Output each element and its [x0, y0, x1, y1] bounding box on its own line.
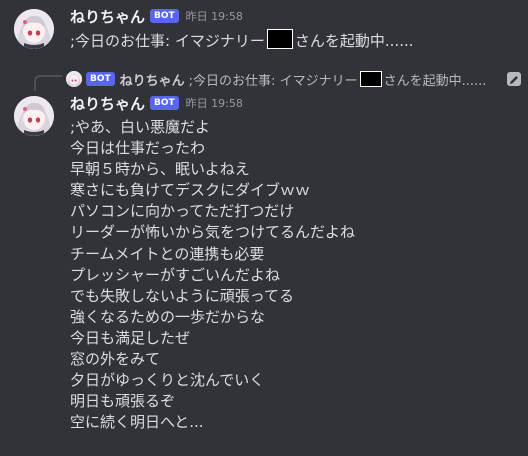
message-line: 明日も頑張るぞ — [70, 392, 176, 411]
avatar-image — [14, 96, 54, 136]
reply-avatar — [66, 71, 82, 87]
message-line: でも失敗しないように頑張ってる — [70, 286, 294, 305]
message-line: プレッシャーがすごいんだよね — [70, 265, 281, 284]
reply-bot-badge: BOT — [86, 72, 115, 86]
bot-badge: BOT — [150, 96, 179, 110]
username[interactable]: ねりちゃん — [70, 94, 145, 114]
message-line: 窓の外をみて — [70, 350, 161, 369]
message-line: 寒さにも負けてデスクにダイブｗｗ — [70, 181, 311, 200]
pencil-icon-glyph — [510, 76, 518, 84]
username[interactable]: ねりちゃん — [70, 7, 145, 27]
message-text-before: ;今日のお仕事: イマジナリー — [70, 32, 265, 50]
message-header: ねりちゃん BOT 昨日 19:58 — [70, 94, 243, 114]
message-line: チームメイトとの連携も必要 — [70, 244, 265, 263]
reply-reference[interactable]: BOT ねりちゃん ;今日のお仕事: イマジナリー さんを起動中...... — [66, 69, 486, 89]
message-line: 空に続く明日へと... — [70, 413, 204, 432]
redaction-box — [266, 29, 293, 49]
bot-badge: BOT — [150, 9, 179, 23]
reply-text-after: さんを起動中...... — [383, 73, 487, 89]
avatar[interactable] — [14, 9, 54, 49]
chat-message-list: ねりちゃん BOT 昨日 19:58 ;今日のお仕事: イマジナリーさんを起動中… — [0, 0, 528, 456]
avatar[interactable] — [14, 96, 54, 136]
message-line: ;やあ、白い悪魔だよ — [70, 118, 211, 136]
message-line: パソコンに向かってただ打つだけ — [70, 202, 295, 221]
reply-redaction-box — [359, 71, 382, 87]
message-line: 今日は仕事だったわ — [70, 139, 206, 158]
avatar-image — [14, 9, 54, 49]
message-line: リーダーが怖いから気をつけてるんだよね — [70, 223, 356, 242]
message-line: 早朝５時から、眠いよねえ — [70, 160, 250, 179]
message-text-after: さんを起動中...... — [294, 32, 414, 50]
message-content: ;やあ、白い悪魔だよ 今日は仕事だったわ 早朝５時から、眠いよねえ 寒さにも負け… — [70, 117, 355, 433]
message-content: ;今日のお仕事: イマジナリー さんを起動中...... — [70, 29, 414, 52]
message-line: 強くなるための一歩だからな — [70, 307, 266, 326]
message-header: ねりちゃん BOT 昨日 19:58 — [70, 7, 243, 27]
reply-text-before: ;今日のお仕事: イマジナリー — [188, 73, 358, 89]
reply-username[interactable]: ねりちゃん — [120, 70, 185, 89]
pencil-icon[interactable] — [507, 72, 521, 86]
message-line: 今日も満足したぜ — [70, 328, 191, 347]
reply-avatar-image — [66, 71, 82, 87]
message-line: 夕日がゆっくりと沈んでいく — [70, 371, 265, 390]
reply-spine — [34, 75, 62, 91]
timestamp[interactable]: 昨日 19:58 — [186, 94, 243, 114]
timestamp[interactable]: 昨日 19:58 — [186, 7, 243, 27]
